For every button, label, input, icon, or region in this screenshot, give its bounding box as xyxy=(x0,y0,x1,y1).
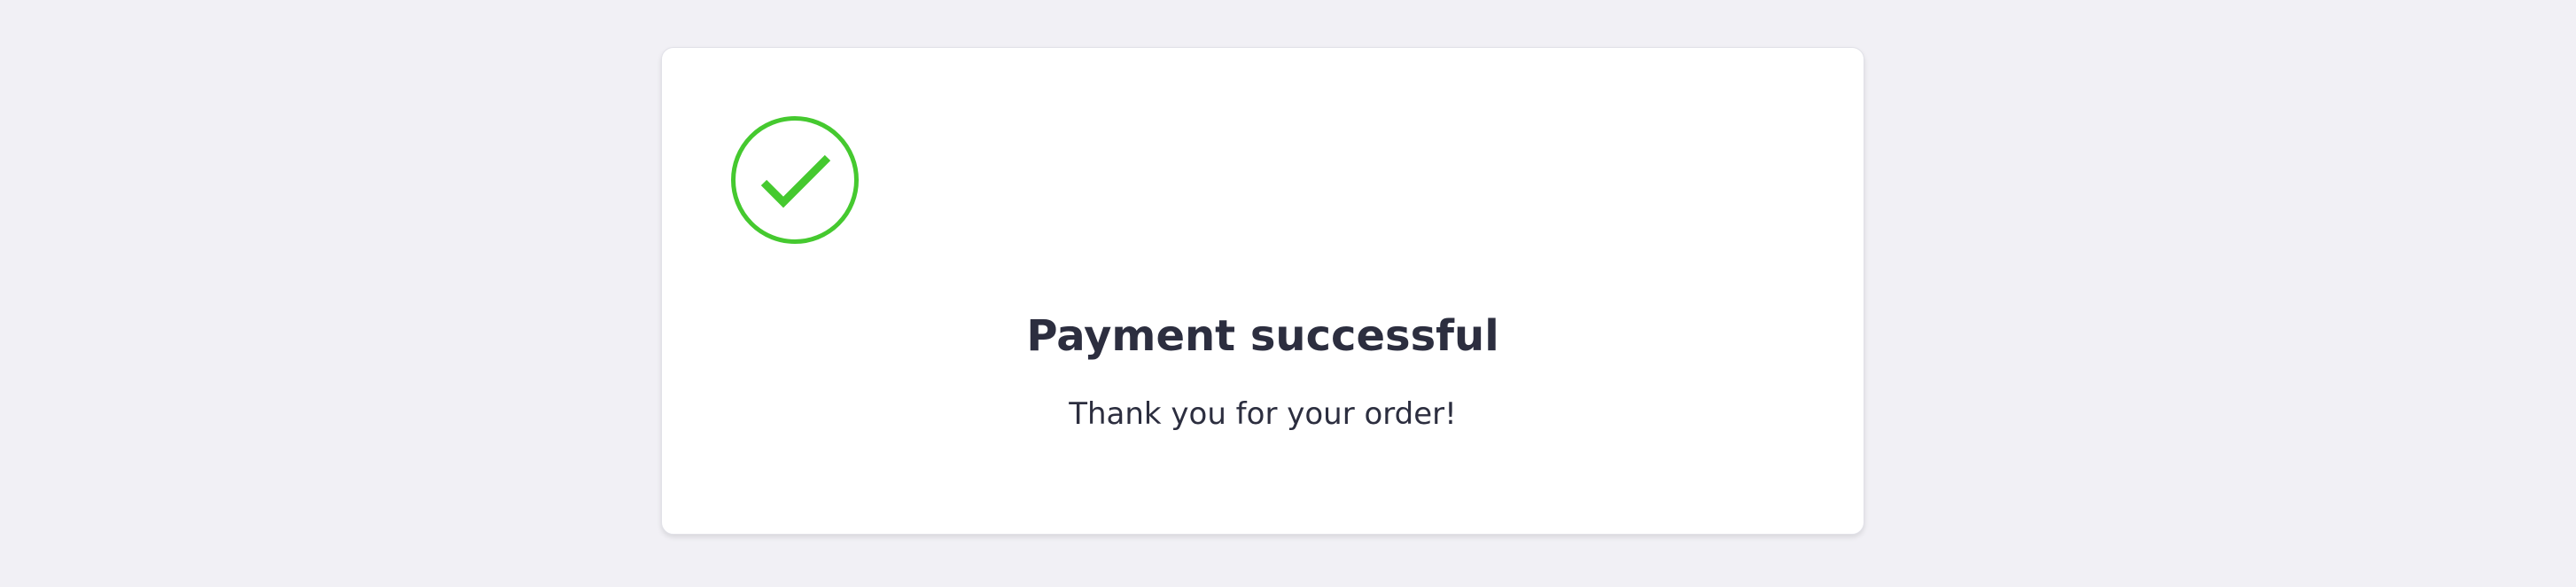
page-title: Payment successful xyxy=(1026,311,1499,361)
payment-success-card: Payment successful Thank you for your or… xyxy=(661,47,1864,535)
confirmation-message: Thank you for your order! xyxy=(1069,396,1457,432)
check-circle-icon xyxy=(731,116,859,244)
